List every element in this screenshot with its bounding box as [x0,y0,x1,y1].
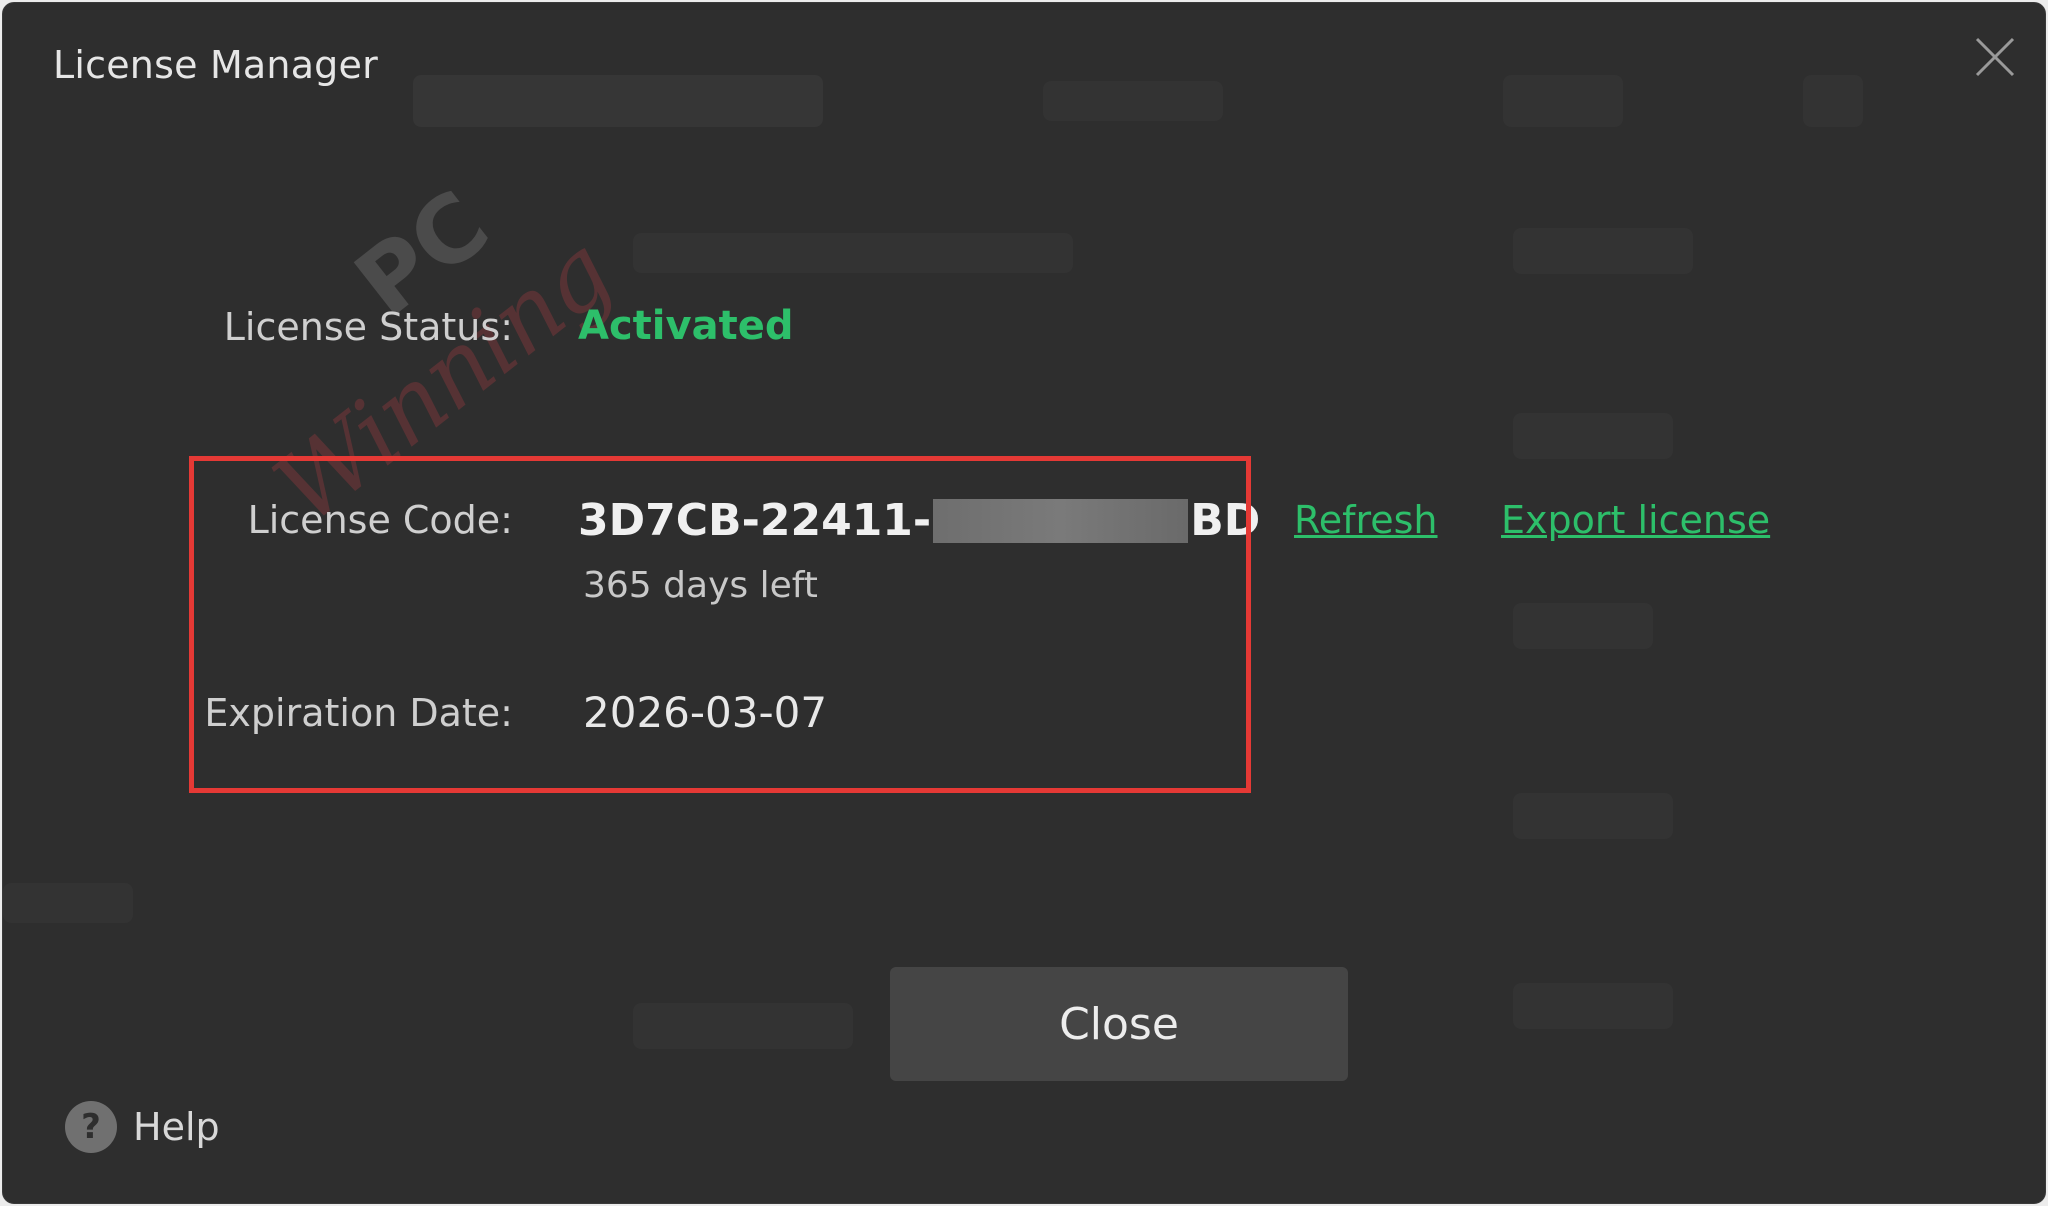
export-license-link[interactable]: Export license [1501,498,1770,542]
license-code-label: License Code: [247,498,513,542]
background-ghost [1803,75,1863,127]
background-ghost [1513,228,1693,274]
license-status-label: License Status: [223,305,513,349]
watermark-script: Winning [254,216,632,546]
background-ghost [1513,983,1673,1029]
watermark: PC Winning [142,96,763,710]
refresh-link[interactable]: Refresh [1294,498,1438,542]
license-code-value: 3D7CB-22411- BD [578,495,1260,546]
license-code-prefix: 3D7CB-22411- [578,495,932,546]
background-ghost [3,883,133,923]
help-icon: ? [65,1101,117,1153]
redacted-block [933,498,1189,543]
background-ghost [1513,793,1673,839]
background-ghost [1503,75,1623,127]
license-status-value: Activated [578,303,794,349]
expiration-date-value: 2026-03-07 [583,688,828,737]
close-button[interactable]: Close [890,967,1348,1081]
window-title: License Manager [53,43,378,87]
help-label: Help [133,1105,220,1149]
background-ghost [413,75,823,127]
expiration-date-label: Expiration Date: [204,691,513,735]
help-link[interactable]: ? Help [65,1101,220,1153]
background-ghost [633,233,1073,273]
background-ghost [1513,603,1653,649]
days-left-text: 365 days left [583,565,818,606]
background-ghost [1043,81,1223,121]
license-code-suffix: BD [1190,495,1261,546]
background-ghost [1513,413,1673,459]
license-manager-dialog: License Manager PC Winning License Statu… [2,2,2046,1204]
background-ghost [633,1003,853,1049]
close-icon[interactable] [1973,35,2017,79]
